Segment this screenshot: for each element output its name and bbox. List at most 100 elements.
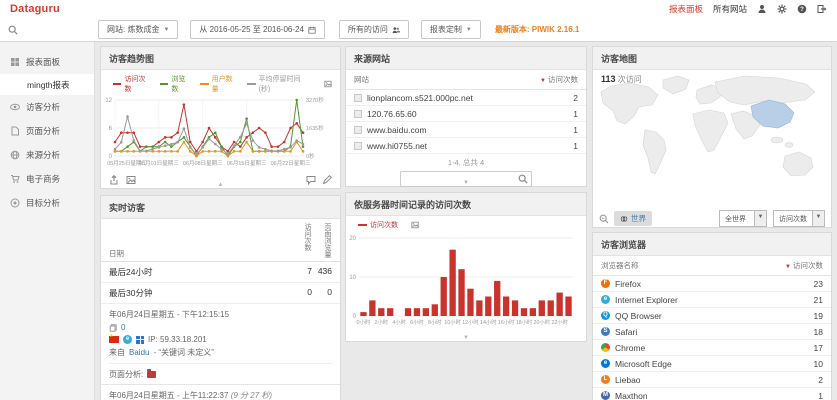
site-selector[interactable]: 网站: 炼数成金 ▼ bbox=[98, 20, 178, 39]
map-metric-select[interactable]: 访问次数 ▼ bbox=[773, 210, 825, 227]
pages-icon bbox=[10, 126, 20, 136]
date-range-selector[interactable]: 从 2016-05-25 至 2016-06-24 bbox=[190, 20, 325, 39]
widget-header[interactable]: 访客趋势图 bbox=[101, 47, 340, 70]
zoom-out-icon[interactable] bbox=[599, 214, 609, 224]
col-visits: 访问次数 bbox=[292, 223, 312, 259]
legend-item[interactable]: 浏览数 bbox=[160, 74, 191, 94]
sidebar-item[interactable]: mingth报表 bbox=[0, 74, 94, 95]
collapse-caret-icon[interactable]: ▼ bbox=[463, 335, 469, 341]
browser-visits: 21 bbox=[814, 295, 823, 305]
map-region-select[interactable]: 全世界 ▼ bbox=[719, 210, 767, 227]
help-icon[interactable]: ? bbox=[797, 4, 807, 14]
widget-header[interactable]: 实时访客 bbox=[101, 196, 340, 219]
version-notice[interactable]: 最新版本: PIWIK 2.16.1 bbox=[495, 24, 579, 35]
browser-row[interactable]: QQQ Browser19 bbox=[593, 308, 831, 324]
referrer-site: 120.76.65.60 bbox=[367, 109, 568, 119]
export-icon[interactable] bbox=[109, 175, 119, 185]
referrer-visits: 2 bbox=[573, 93, 578, 103]
referrer-row[interactable]: lionplancom.s521.000pc.net2 bbox=[346, 90, 586, 106]
browser-row[interactable]: eMicrosoft Edge10 bbox=[593, 356, 831, 372]
pageview-count-link[interactable]: 0 bbox=[121, 323, 125, 332]
folder-icon[interactable] bbox=[147, 371, 156, 378]
report-menu[interactable]: 报表定制 ▼ bbox=[421, 20, 481, 39]
legend-item[interactable]: 平均停留时间 (秒) bbox=[247, 74, 311, 94]
ie-browser-icon: e bbox=[123, 335, 132, 344]
sidebar-item[interactable]: 目标分析 bbox=[0, 191, 94, 215]
user-icon[interactable] bbox=[757, 4, 767, 14]
widget-header[interactable]: 访客地图 bbox=[593, 47, 831, 70]
panel-referrer-websites: 来源网站 网站 ▼访问次数 lionplancom.s521.000pc.net… bbox=[345, 46, 587, 187]
safari-icon: S bbox=[601, 327, 610, 336]
browser-row[interactable]: SSafari18 bbox=[593, 324, 831, 340]
col-visits[interactable]: 访问次数 bbox=[793, 261, 823, 270]
legend-item[interactable]: 用户数量 bbox=[200, 74, 238, 94]
panel-visitor-trend: 访客趋势图 访问次数浏览数用户数量平均停留时间 (秒) 00秒61635秒123… bbox=[100, 46, 341, 189]
svg-text:3270秒: 3270秒 bbox=[306, 96, 324, 104]
referrer-visits: 1 bbox=[573, 141, 578, 151]
sidebar-item-label: mingth报表 bbox=[27, 79, 70, 91]
image-export-icon[interactable] bbox=[126, 175, 136, 185]
collapse-caret-icon[interactable]: ▲ bbox=[218, 182, 224, 188]
legend-item[interactable]: 访问次数 bbox=[358, 220, 398, 230]
collapse-caret-icon[interactable]: ▼ bbox=[463, 180, 469, 186]
widget-header[interactable]: 来源网站 bbox=[346, 47, 586, 70]
browser-row[interactable]: eInternet Explorer21 bbox=[593, 292, 831, 308]
browser-table-header: 浏览器名称 ▼访问次数 bbox=[593, 256, 831, 276]
sidebar-item[interactable]: 访客分析 bbox=[0, 95, 94, 119]
browser-visits: 10 bbox=[814, 359, 823, 369]
realtime-summary-row[interactable]: 最后24小时7436 bbox=[101, 262, 340, 283]
gear-icon[interactable] bbox=[777, 4, 787, 14]
sort-desc-icon[interactable]: ▼ bbox=[785, 264, 791, 270]
image-icon bbox=[411, 221, 419, 229]
browser-row[interactable]: LLiebao2 bbox=[593, 372, 831, 388]
edit-annotation-icon[interactable] bbox=[322, 175, 332, 185]
website-icon bbox=[354, 126, 362, 134]
realtime-summary-row[interactable]: 最后30分钟00 bbox=[101, 283, 340, 304]
map-visits-label: 113 次访问 bbox=[601, 74, 642, 85]
segment-selector[interactable]: 所有的访问 bbox=[339, 20, 409, 39]
pagestack-icon bbox=[109, 324, 117, 332]
browser-row[interactable]: FFirefox23 bbox=[593, 276, 831, 292]
widget-header[interactable]: 访客浏览器 bbox=[593, 233, 831, 256]
sort-desc-icon[interactable]: ▼ bbox=[540, 78, 546, 84]
widget-header[interactable]: 依服务器时间记录的访问次数 bbox=[346, 193, 586, 216]
trend-legend: 访问次数浏览数用户数量平均停留时间 (秒) bbox=[101, 70, 340, 94]
world-map[interactable]: 113 次访问 bbox=[593, 70, 831, 206]
nav-all-websites-link[interactable]: 所有网站 bbox=[713, 3, 747, 15]
referrer-row[interactable]: www.baidu.com1 bbox=[346, 122, 586, 138]
svg-text:22小时: 22小时 bbox=[551, 318, 568, 326]
sidebar-item[interactable]: 电子商务 bbox=[0, 167, 94, 191]
image-icon bbox=[324, 80, 332, 88]
sidebar-item[interactable]: 报表面板 bbox=[0, 50, 94, 74]
sidebar-item[interactable]: 页面分析 bbox=[0, 119, 94, 143]
website-icon bbox=[354, 94, 362, 102]
col-browser-name: 浏览器名称 bbox=[601, 260, 785, 271]
browser-name: Internet Explorer bbox=[615, 295, 809, 305]
world-zoom-button[interactable]: 世界 bbox=[614, 211, 652, 226]
search-icon[interactable] bbox=[518, 174, 528, 184]
segment-label: 所有的访问 bbox=[348, 24, 388, 35]
nav-dashboard-link[interactable]: 报表面板 bbox=[669, 3, 703, 15]
col-visits[interactable]: 访问次数 bbox=[548, 75, 578, 84]
browser-row[interactable]: Chrome17 bbox=[593, 340, 831, 356]
svg-text:2小时: 2小时 bbox=[375, 318, 389, 326]
visits-per-hour-chart[interactable]: 010200小时2小时4小时6小时8小时10小时12小时14小时16小时18小时… bbox=[346, 230, 586, 339]
website-icon bbox=[354, 142, 362, 150]
signout-icon[interactable] bbox=[817, 4, 827, 14]
legend-item[interactable]: 访问次数 bbox=[113, 74, 151, 94]
visitor-trend-chart[interactable]: 00秒61635秒123270秒05月25日星期三06月01日星期三06月08日… bbox=[101, 94, 340, 179]
browser-name: Maxthon bbox=[615, 391, 813, 400]
world-map-svg[interactable] bbox=[593, 70, 831, 206]
sidebar-item[interactable]: 来源分析 bbox=[0, 143, 94, 167]
firefox-icon: F bbox=[601, 279, 610, 288]
globe-icon bbox=[620, 215, 628, 223]
table-search-input[interactable] bbox=[401, 173, 518, 185]
browser-name: Liebao bbox=[615, 375, 813, 385]
search-icon[interactable] bbox=[8, 25, 18, 35]
referrer-link[interactable]: Baidu bbox=[129, 348, 149, 357]
annotations-icon[interactable] bbox=[306, 175, 316, 185]
referrer-row[interactable]: www.hi0755.net1 bbox=[346, 138, 586, 154]
referrer-row[interactable]: 120.76.65.601 bbox=[346, 106, 586, 122]
visit-source: 来自 Baidu - “关键词 未定义” bbox=[109, 347, 332, 358]
browser-row[interactable]: MMaxthon1 bbox=[593, 388, 831, 400]
